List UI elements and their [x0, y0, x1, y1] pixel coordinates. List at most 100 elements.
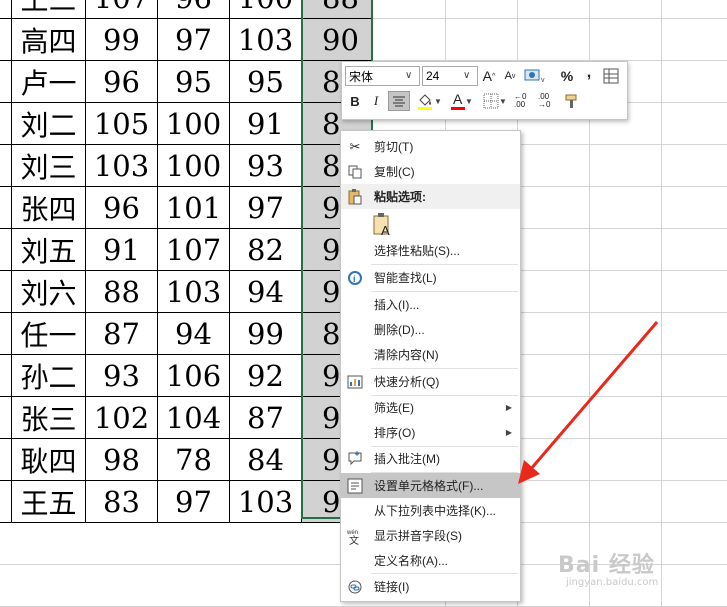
- cell[interactable]: 96: [86, 187, 158, 229]
- menu-item-sort[interactable]: 排序(O) ▶: [341, 420, 520, 445]
- cell-name[interactable]: 任一: [12, 313, 86, 355]
- cell[interactable]: 99: [86, 19, 158, 61]
- font-size-combo[interactable]: 24 ∨: [422, 66, 478, 86]
- menu-item-delete[interactable]: 删除(D)...: [341, 317, 520, 342]
- format-painter-button[interactable]: [562, 91, 582, 111]
- menu-item-quick-analysis[interactable]: 快速分析(Q): [341, 369, 520, 394]
- cell-name[interactable]: 刘六: [12, 271, 86, 313]
- cell[interactable]: 99: [230, 313, 302, 355]
- cell[interactable]: 92: [230, 355, 302, 397]
- cell-name[interactable]: 刘五: [12, 229, 86, 271]
- cell[interactable]: 88: [86, 271, 158, 313]
- cell[interactable]: [0, 103, 12, 145]
- cell-name[interactable]: 刘三: [12, 145, 86, 187]
- cell[interactable]: [0, 61, 12, 103]
- cell[interactable]: 96: [86, 61, 158, 103]
- cell[interactable]: 103: [86, 145, 158, 187]
- cell[interactable]: 103: [230, 481, 302, 523]
- cell-selected[interactable]: 90: [302, 19, 372, 61]
- cell-name[interactable]: 耿四: [12, 439, 86, 481]
- cell[interactable]: 100: [158, 103, 230, 145]
- cell[interactable]: 97: [158, 19, 230, 61]
- cell[interactable]: 100: [230, 0, 302, 19]
- cell[interactable]: [0, 271, 12, 313]
- cell[interactable]: 84: [230, 439, 302, 481]
- fill-color-button[interactable]: ▼: [414, 91, 444, 111]
- menu-item-filter[interactable]: 筛选(E) ▶: [341, 395, 520, 420]
- cell[interactable]: [0, 145, 12, 187]
- menu-item-smart-lookup[interactable]: i 智能查找(L): [341, 265, 520, 290]
- menu-item-insert-comment[interactable]: 插入批注(M): [341, 446, 520, 471]
- chevron-down-icon[interactable]: ∨: [463, 69, 475, 83]
- cell[interactable]: 107: [158, 229, 230, 271]
- font-name-combo[interactable]: 宋体 ∨: [345, 66, 420, 86]
- paste-option-values[interactable]: A: [341, 211, 520, 239]
- cell[interactable]: [0, 439, 12, 481]
- cell-name[interactable]: 张三: [12, 397, 86, 439]
- cell[interactable]: 98: [86, 439, 158, 481]
- cell[interactable]: [0, 0, 12, 19]
- cell[interactable]: 95: [230, 61, 302, 103]
- menu-item-phonetic[interactable]: wén 文 显示拼音字段(S): [341, 523, 520, 548]
- cell[interactable]: 93: [230, 145, 302, 187]
- cell[interactable]: 94: [230, 271, 302, 313]
- italic-button[interactable]: I: [367, 91, 385, 111]
- cell-name[interactable]: 王五: [12, 481, 86, 523]
- cell[interactable]: 96: [158, 0, 230, 19]
- menu-item-cut[interactable]: ✂ 剪切(T): [341, 134, 520, 159]
- cell[interactable]: 103: [230, 19, 302, 61]
- chevron-down-icon[interactable]: ▼: [465, 97, 473, 106]
- cell[interactable]: [0, 355, 12, 397]
- increase-font-size-button[interactable]: A ^: [481, 66, 497, 86]
- menu-item-insert[interactable]: 插入(I)...: [341, 292, 520, 317]
- cell-name[interactable]: 张四: [12, 187, 86, 229]
- cell[interactable]: 93: [86, 355, 158, 397]
- menu-item-pick-from-list[interactable]: 从下拉列表中选择(K)...: [341, 498, 520, 523]
- cell[interactable]: 87: [86, 313, 158, 355]
- cell[interactable]: 97: [158, 481, 230, 523]
- font-color-button[interactable]: A ▼: [448, 91, 476, 111]
- menu-item-copy[interactable]: 复制(C): [341, 159, 520, 184]
- percent-style-button[interactable]: %: [558, 66, 576, 86]
- format-painter-grid-button[interactable]: [601, 66, 621, 86]
- center-align-button[interactable]: [388, 91, 410, 111]
- increase-decimal-button[interactable]: ←0 .00: [514, 91, 536, 111]
- cell[interactable]: 105: [86, 103, 158, 145]
- borders-button[interactable]: ▼: [480, 91, 510, 111]
- cell-name[interactable]: 王三: [12, 0, 86, 19]
- decrease-decimal-button[interactable]: .00 →0: [538, 91, 560, 111]
- cell[interactable]: [0, 481, 12, 523]
- cell[interactable]: 82: [230, 229, 302, 271]
- menu-item-clear-contents[interactable]: 清除内容(N): [341, 342, 520, 367]
- cell[interactable]: 104: [158, 397, 230, 439]
- chevron-down-icon[interactable]: ∨: [405, 69, 417, 83]
- cell[interactable]: [0, 397, 12, 439]
- accounting-format-button[interactable]: v: [522, 66, 548, 86]
- cell[interactable]: 107: [86, 0, 158, 19]
- cell[interactable]: 103: [158, 271, 230, 313]
- chevron-down-icon[interactable]: ▼: [434, 97, 442, 106]
- menu-item-link[interactable]: 链接(I): [341, 574, 520, 599]
- cell[interactable]: 106: [158, 355, 230, 397]
- cell[interactable]: 78: [158, 439, 230, 481]
- cell[interactable]: 87: [230, 397, 302, 439]
- cell[interactable]: 100: [158, 145, 230, 187]
- cell[interactable]: 91: [86, 229, 158, 271]
- menu-item-format-cells[interactable]: 设置单元格格式(F)...: [341, 473, 520, 498]
- chevron-down-icon[interactable]: ▼: [499, 97, 507, 106]
- cell[interactable]: 102: [86, 397, 158, 439]
- cell[interactable]: 95: [158, 61, 230, 103]
- cell[interactable]: [0, 229, 12, 271]
- cell[interactable]: 94: [158, 313, 230, 355]
- menu-item-define-name[interactable]: 定义名称(A)...: [341, 548, 520, 573]
- cell[interactable]: [0, 187, 12, 229]
- cell-name[interactable]: 高四: [12, 19, 86, 61]
- cell-name[interactable]: 卢一: [12, 61, 86, 103]
- cell[interactable]: [0, 313, 12, 355]
- cell[interactable]: [0, 19, 12, 61]
- bold-button[interactable]: B: [346, 91, 364, 111]
- cell-name[interactable]: 孙二: [12, 355, 86, 397]
- cell[interactable]: 91: [230, 103, 302, 145]
- cell-selected[interactable]: 88: [302, 0, 372, 19]
- decrease-font-size-button[interactable]: Av: [502, 66, 518, 86]
